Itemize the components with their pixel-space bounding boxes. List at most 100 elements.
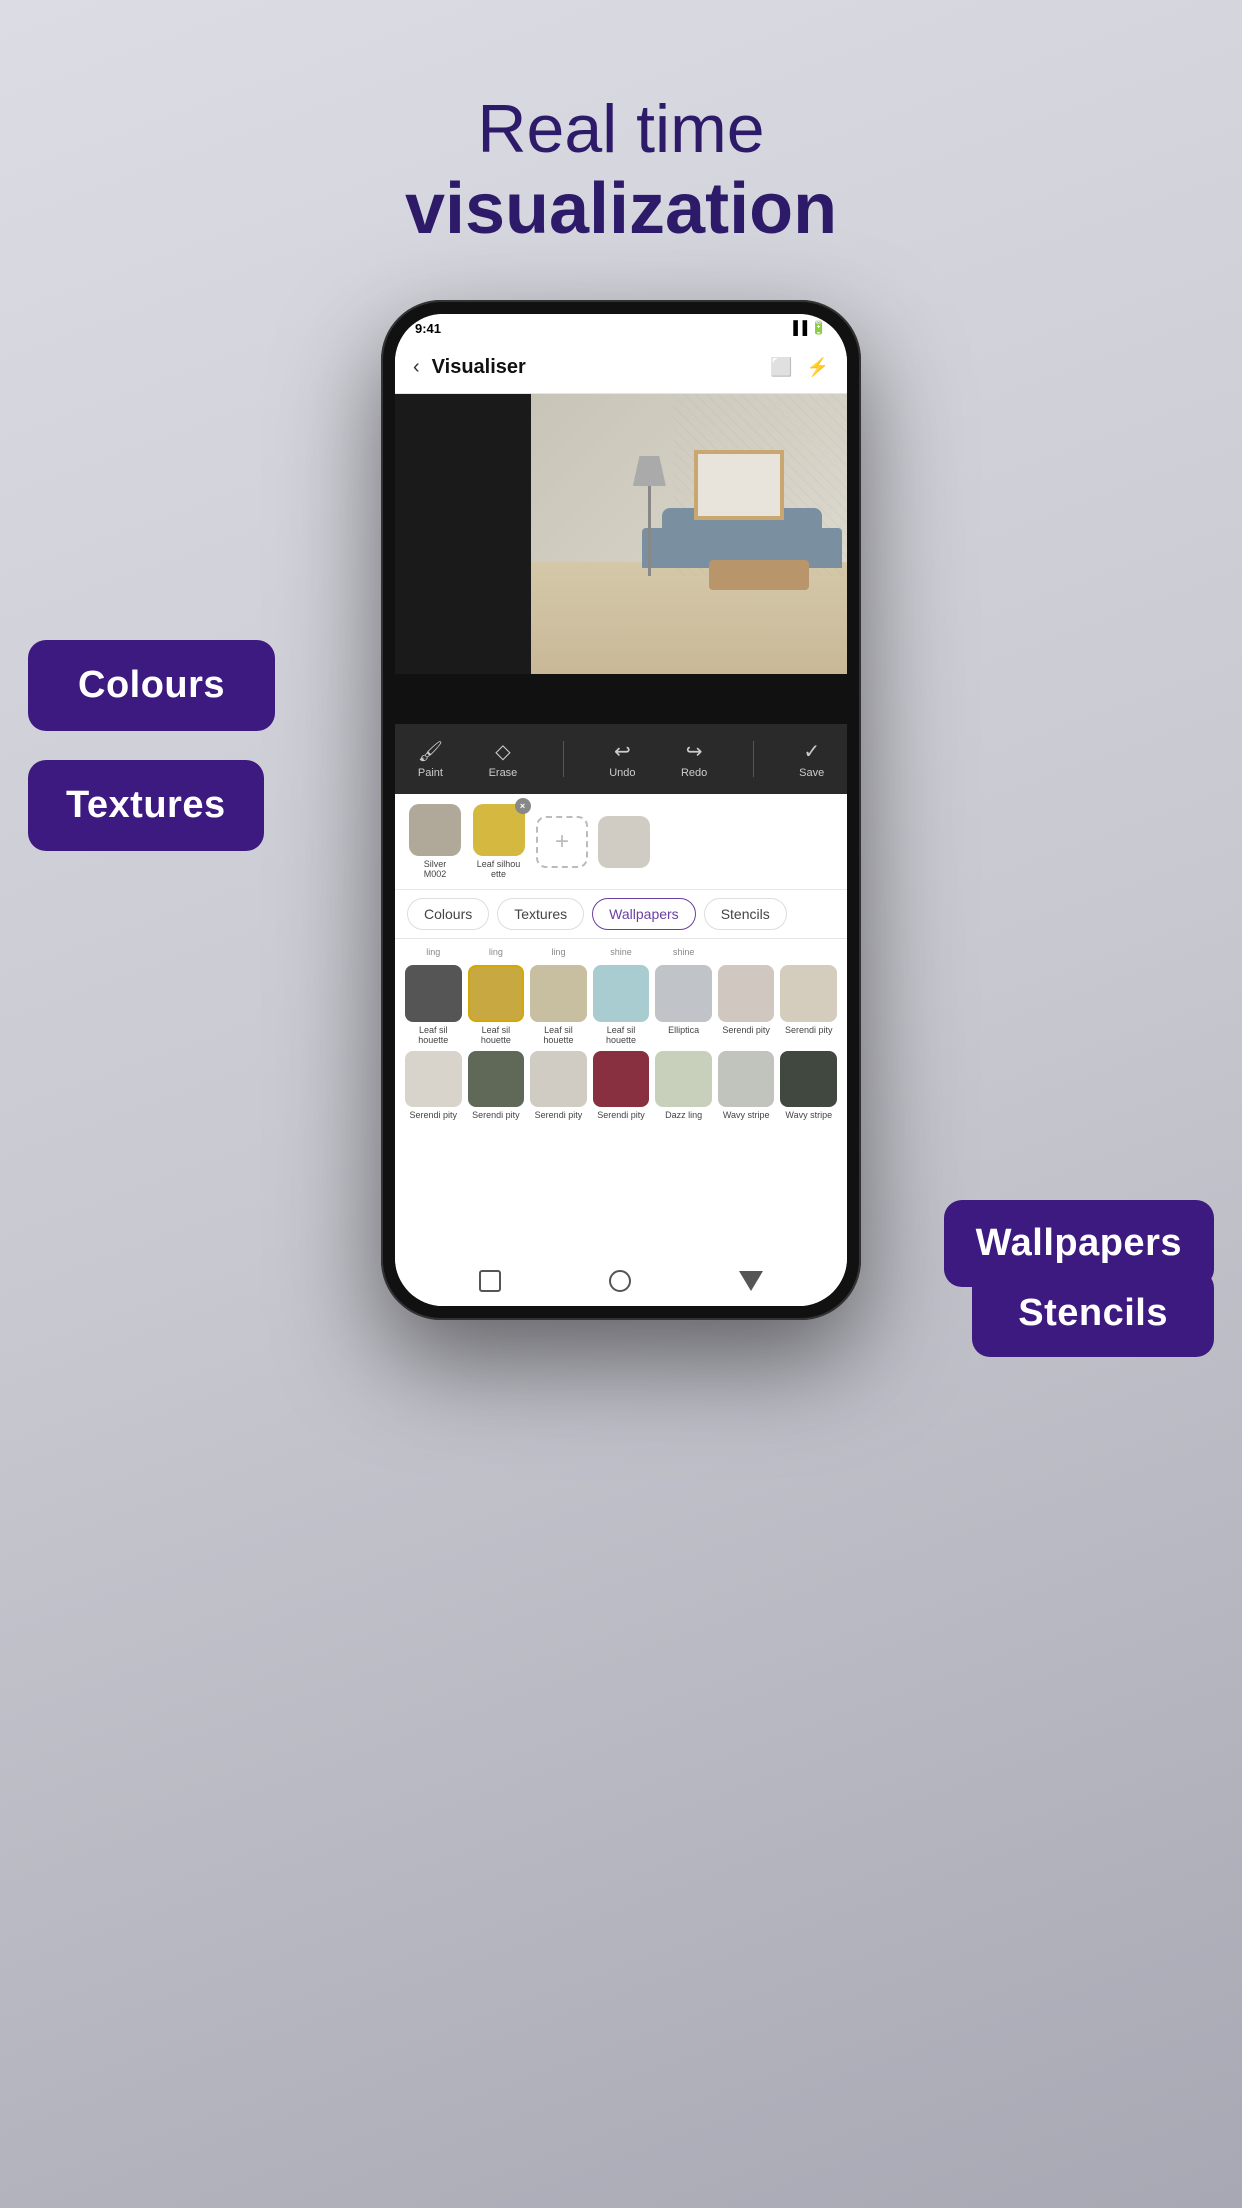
grid-item-serendipity-3[interactable]: Serendi pity	[405, 1051, 462, 1121]
tab-textures[interactable]: Textures	[497, 898, 584, 930]
grid-item-serendipity-5[interactable]: Serendi pity	[530, 1051, 587, 1121]
grid-item-wavy-1[interactable]: Wavy stripe	[718, 1051, 775, 1121]
grid-col-3: ling	[530, 947, 587, 959]
swatch-wavy-2	[780, 1051, 837, 1108]
swatch-silver	[409, 804, 461, 856]
swatch-serendipity-4-label: Serendi pity	[472, 1110, 520, 1120]
swatch-serendipity-5-label: Serendi pity	[535, 1110, 583, 1120]
selected-swatch-2[interactable]: × Leaf silhou ette	[471, 804, 526, 879]
undo-icon: ↩	[614, 739, 631, 764]
textures-bubble-label: Textures	[66, 784, 226, 826]
nav-square-button[interactable]	[479, 1270, 501, 1292]
swatch-elliptica	[655, 965, 712, 1022]
swatch-leaf-tan	[530, 965, 587, 1022]
swatch-silver-label: SilverM002	[424, 859, 447, 879]
chat-icon[interactable]: ⬜	[770, 357, 792, 378]
grid-col-6	[718, 947, 775, 959]
lamp-furniture	[648, 456, 651, 576]
grid-item-leaf-tan[interactable]: Leaf sil houette	[530, 965, 587, 1045]
grid-item-leaf-gold[interactable]: Leaf sil houette	[468, 965, 525, 1045]
picture-frame-decor	[694, 450, 784, 520]
grid-item-elliptica[interactable]: Elliptica	[655, 965, 712, 1045]
hero-section: Real time visualization	[0, 90, 1242, 250]
category-tabs: Colours Textures Wallpapers Stencils	[395, 890, 847, 939]
swatch-wavy-1-label: Wavy stripe	[723, 1110, 770, 1120]
app-title: Visualiser	[432, 356, 770, 379]
undo-label: Undo	[609, 767, 635, 779]
category-labels-row: ling ling ling shine shine	[405, 947, 837, 959]
status-time: 9:41	[415, 321, 441, 336]
swatch-empty	[598, 816, 650, 868]
back-button[interactable]: ‹	[413, 356, 420, 379]
status-bar: 9:41 ▐▐ 🔋	[395, 314, 847, 342]
tool-redo[interactable]: ↪ Redo	[681, 739, 707, 779]
save-label: Save	[799, 767, 824, 779]
swatch-wavy-2-label: Wavy stripe	[785, 1110, 832, 1120]
grid-item-wavy-2[interactable]: Wavy stripe	[780, 1051, 837, 1121]
grid-item-serendipity-4[interactable]: Serendi pity	[468, 1051, 525, 1121]
grid-col-7	[780, 947, 837, 959]
swatch-serendipity-3	[405, 1051, 462, 1108]
wallpaper-grid: ling ling ling shine shine Leaf sil houe…	[395, 939, 847, 1256]
colours-bubble[interactable]: Colours	[28, 640, 275, 731]
swatch-leaf-blue	[593, 965, 650, 1022]
grid-col-2: ling	[468, 947, 525, 959]
swatch-elliptica-label: Elliptica	[668, 1025, 699, 1035]
tool-erase[interactable]: ◇ Erase	[489, 739, 518, 779]
save-icon: ✓	[803, 739, 820, 764]
tab-colours[interactable]: Colours	[407, 898, 489, 930]
nav-home-button[interactable]	[609, 1270, 631, 1292]
swatch-leaf-gold	[468, 965, 525, 1022]
swatch-dazzling-label: Dazz ling	[665, 1110, 702, 1120]
coffee-table-furniture	[709, 560, 809, 590]
swatch-leaf-tan-label: Leaf sil houette	[530, 1025, 587, 1045]
toolbar-divider-2	[753, 741, 754, 777]
grid-item-leaf-blue[interactable]: Leaf sil houette	[593, 965, 650, 1045]
swatch-serendipity-1-label: Serendi pity	[722, 1025, 770, 1035]
grid-item-dazzling[interactable]: Dazz ling	[655, 1051, 712, 1121]
phone-screen: 9:41 ▐▐ 🔋 ‹ Visualiser ⬜ ⚡	[395, 314, 847, 1306]
app-header: ‹ Visualiser ⬜ ⚡	[395, 342, 847, 394]
grid-item-serendipity-6[interactable]: Serendi pity	[593, 1051, 650, 1121]
swatch-leaf-blue-label: Leaf sil houette	[593, 1025, 650, 1045]
stencils-bubble[interactable]: Stencils	[972, 1270, 1214, 1357]
grid-row-2: Serendi pity Serendi pity Serendi pity S…	[405, 1051, 837, 1121]
redo-icon: ↪	[686, 739, 703, 764]
share-icon[interactable]: ⚡	[807, 357, 829, 378]
tab-stencils[interactable]: Stencils	[704, 898, 787, 930]
selected-swatch-1[interactable]: SilverM002	[409, 804, 461, 879]
nav-back-button[interactable]	[739, 1271, 763, 1291]
swatch-leaf-dark-label: Leaf sil houette	[405, 1025, 462, 1045]
phone-frame: 9:41 ▐▐ 🔋 ‹ Visualiser ⬜ ⚡	[381, 300, 861, 1320]
phone-mockup: 9:41 ▐▐ 🔋 ‹ Visualiser ⬜ ⚡	[381, 300, 861, 1320]
erase-icon: ◇	[495, 739, 510, 764]
grid-row-1: Leaf sil houette Leaf sil houette Leaf s…	[405, 965, 837, 1045]
swatch-dazzling	[655, 1051, 712, 1108]
wallpapers-bubble-label: Wallpapers	[976, 1222, 1182, 1264]
grid-item-serendipity-2[interactable]: Serendi pity	[780, 965, 837, 1045]
add-swatch-button[interactable]: +	[536, 816, 588, 868]
tool-paint[interactable]: 🖌 Paint	[418, 739, 443, 779]
paint-label: Paint	[418, 767, 443, 779]
swatch-leaf: ×	[473, 804, 525, 856]
swatch-serendipity-1	[718, 965, 775, 1022]
black-bar-bottom	[395, 674, 847, 724]
swatch-leaf-label: Leaf silhou ette	[471, 859, 526, 879]
stencils-bubble-label: Stencils	[1018, 1292, 1168, 1334]
remove-swatch-icon[interactable]: ×	[515, 798, 531, 814]
tool-save[interactable]: ✓ Save	[799, 739, 824, 779]
grid-col-1: ling	[405, 947, 462, 959]
swatch-serendipity-2-label: Serendi pity	[785, 1025, 833, 1035]
toolbar-divider-1	[563, 741, 564, 777]
hero-line1: Real time	[0, 90, 1242, 168]
tool-undo[interactable]: ↩ Undo	[609, 739, 635, 779]
swatch-serendipity-2	[780, 965, 837, 1022]
selected-swatches-row: SilverM002 × Leaf silhou ette +	[395, 794, 847, 890]
erase-label: Erase	[489, 767, 518, 779]
grid-item-leaf-dark[interactable]: Leaf sil houette	[405, 965, 462, 1045]
textures-bubble[interactable]: Textures	[28, 760, 264, 851]
tab-wallpapers[interactable]: Wallpapers	[592, 898, 696, 930]
grid-item-serendipity-1[interactable]: Serendi pity	[718, 965, 775, 1045]
swatch-serendipity-5	[530, 1051, 587, 1108]
room-visualization	[395, 394, 847, 674]
